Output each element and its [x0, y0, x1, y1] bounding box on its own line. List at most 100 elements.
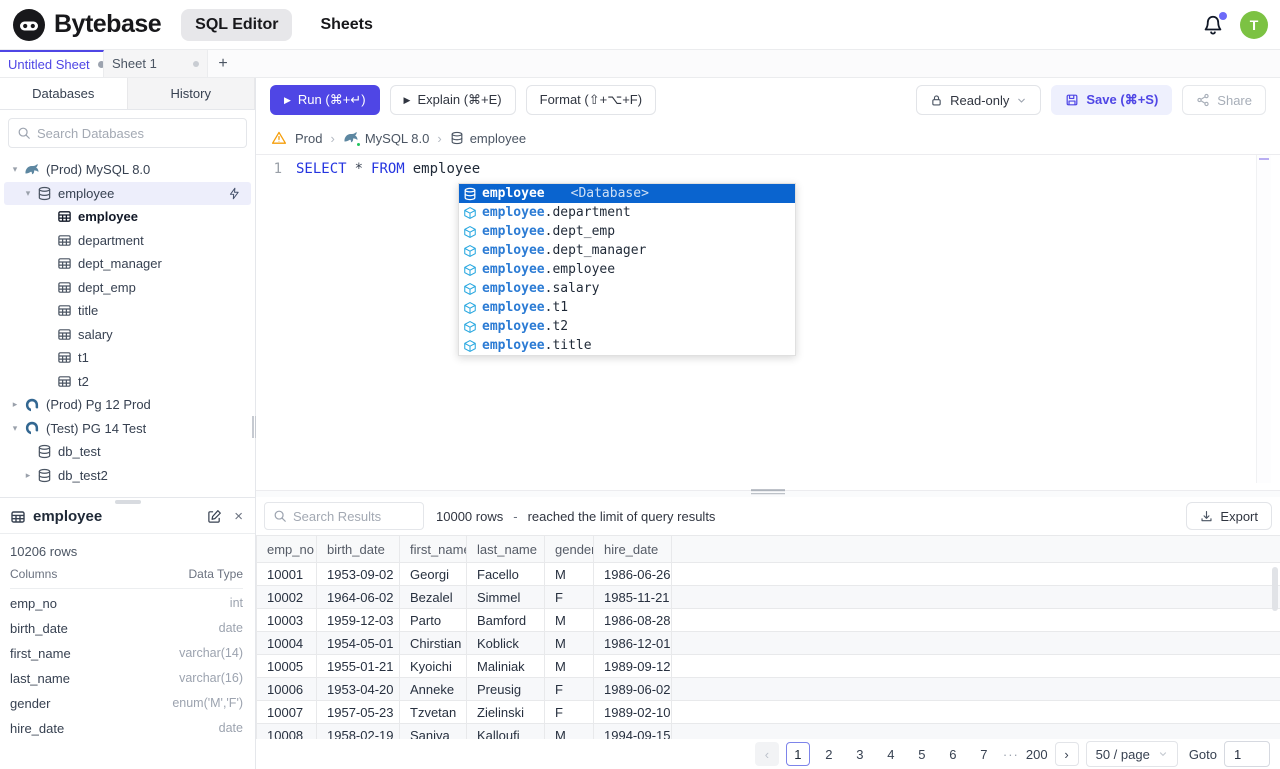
cell[interactable]: Simmel [466, 585, 545, 609]
suggestion-table[interactable]: employee .t2 [459, 317, 795, 336]
chevron-down-icon[interactable]: ▾ [8, 164, 22, 175]
close-icon[interactable]: × [234, 509, 243, 524]
cell[interactable]: M [544, 723, 594, 739]
results-resize-divider[interactable] [256, 488, 1280, 497]
save-button[interactable]: Save (⌘+S) [1051, 85, 1173, 115]
suggestion-table[interactable]: employee .title [459, 336, 795, 355]
cell[interactable]: Saniya [399, 723, 467, 739]
cell[interactable]: 1954-05-01 [316, 631, 400, 655]
tree-table-department[interactable]: department [0, 229, 255, 253]
cell[interactable]: Anneke [399, 677, 467, 701]
cell[interactable]: 1985-11-21 [593, 585, 672, 609]
grid-data-row[interactable]: 10003 1959-12-03 Parto Bamford M 1986-08… [256, 608, 1280, 632]
code-line[interactable]: 1 SELECT * FROM employee [256, 159, 1280, 178]
cell[interactable]: 1958-02-19 [316, 723, 400, 739]
cell[interactable]: M [544, 562, 594, 586]
search-results-input[interactable] [293, 508, 415, 524]
cell[interactable]: 1955-01-21 [316, 654, 400, 678]
chevron-right-icon[interactable]: ▸ [8, 399, 22, 410]
grid-data-row[interactable]: 10004 1954-05-01 Chirstian Koblick M 198… [256, 631, 1280, 655]
cell[interactable]: 10004 [256, 631, 317, 655]
prev-page-button[interactable]: ‹ [754, 742, 779, 766]
page-number[interactable]: 2 [817, 742, 841, 766]
suggestion-table[interactable]: employee .salary [459, 279, 795, 298]
cell[interactable]: Facello [466, 562, 545, 586]
chevron-down-icon[interactable]: ▾ [21, 188, 35, 199]
cell[interactable]: 10002 [256, 585, 317, 609]
cell[interactable]: Zielinski [466, 700, 545, 724]
panel-resize-handle[interactable] [0, 498, 255, 506]
tree-instance-pg12[interactable]: ▸ (Prod) Pg 12 Prod [0, 393, 255, 417]
tree-table-salary[interactable]: salary [0, 323, 255, 347]
edit-icon[interactable] [207, 509, 222, 524]
cell[interactable]: F [544, 677, 594, 701]
goto-page-input[interactable] [1224, 741, 1270, 767]
tab-sheet-1[interactable]: Sheet 1 [104, 50, 208, 77]
cell[interactable]: 1994-09-15 [593, 723, 672, 739]
tree-database-db-test[interactable]: db_test [0, 440, 255, 464]
add-sheet-button[interactable]: + [208, 50, 238, 77]
cell[interactable]: Parto [399, 608, 467, 632]
tree-table-dept-emp[interactable]: dept_emp [0, 276, 255, 300]
cell[interactable]: 1989-02-10 [593, 700, 672, 724]
tree-table-title[interactable]: title [0, 299, 255, 323]
tab-untitled-sheet[interactable]: Untitled Sheet [0, 50, 104, 77]
cell[interactable]: 1957-05-23 [316, 700, 400, 724]
nav-sheets[interactable]: Sheets [306, 9, 386, 41]
notification-bell-icon[interactable] [1202, 11, 1227, 36]
editor-minimap[interactable] [1256, 155, 1271, 483]
breadcrumb-database[interactable]: employee [450, 131, 526, 146]
cell[interactable]: Kyoichi [399, 654, 467, 678]
cell[interactable]: 1989-09-12 [593, 654, 672, 678]
tree-table-employee[interactable]: employee [0, 205, 255, 229]
avatar[interactable]: T [1240, 10, 1268, 39]
tree-table-dept-manager[interactable]: dept_manager [0, 252, 255, 276]
cell[interactable]: F [544, 700, 594, 724]
grid-data-row[interactable]: 10005 1955-01-21 Kyoichi Maliniak M 1989… [256, 654, 1280, 678]
nav-sql-editor[interactable]: SQL Editor [181, 8, 293, 41]
format-button[interactable]: Format (⇧+⌥+F) [525, 85, 657, 115]
cell[interactable]: Koblick [466, 631, 545, 655]
breadcrumb-environment[interactable]: Prod [295, 131, 322, 146]
suggestion-table[interactable]: employee .dept_emp [459, 222, 795, 241]
grid-data-row[interactable]: 10001 1953-09-02 Georgi Facello M 1986-0… [256, 562, 1280, 586]
chevron-right-icon[interactable]: ▸ [21, 470, 35, 481]
cell[interactable]: 1986-08-28 [593, 608, 672, 632]
cell[interactable]: 1989-06-02 [593, 677, 672, 701]
chevron-down-icon[interactable]: ▾ [8, 423, 22, 434]
export-button[interactable]: Export [1186, 502, 1272, 530]
suggestion-table[interactable]: employee .department [459, 203, 795, 222]
cell[interactable]: F [544, 585, 594, 609]
sql-editor[interactable]: 1 SELECT * FROM employee employee <Datab… [256, 155, 1280, 490]
share-button[interactable]: Share [1182, 85, 1266, 115]
cell[interactable]: 10005 [256, 654, 317, 678]
cell[interactable]: Kalloufi [466, 723, 545, 739]
cell[interactable]: Bamford [466, 608, 545, 632]
tab-history[interactable]: History [128, 78, 255, 109]
tree-table-t2[interactable]: t2 [0, 370, 255, 394]
cell[interactable]: M [544, 631, 594, 655]
grid-data-row[interactable]: 10006 1953-04-20 Anneke Preusig F 1989-0… [256, 677, 1280, 701]
suggestion-table[interactable]: employee .t1 [459, 298, 795, 317]
next-page-button[interactable]: › [1054, 742, 1079, 766]
suggestion-table[interactable]: employee .employee [459, 260, 795, 279]
search-databases-input[interactable] [37, 125, 238, 141]
grid-data-row[interactable]: 10008 1958-02-19 Saniya Kalloufi M 1994-… [256, 723, 1280, 739]
page-number[interactable]: 4 [879, 742, 903, 766]
cell[interactable]: 1986-12-01 [593, 631, 672, 655]
drag-handle-icon[interactable] [751, 488, 785, 495]
grid-data-row[interactable]: 10002 1964-06-02 Bezalel Simmel F 1985-1… [256, 585, 1280, 609]
tree-table-t1[interactable]: t1 [0, 346, 255, 370]
page-number[interactable]: 3 [848, 742, 872, 766]
cell[interactable]: 1986-06-26 [593, 562, 672, 586]
cell[interactable]: Preusig [466, 677, 545, 701]
page-number[interactable]: 5 [910, 742, 934, 766]
readonly-mode-select[interactable]: Read-only [916, 85, 1042, 115]
tree-database-employee[interactable]: ▾ employee [4, 181, 251, 205]
results-scrollbar[interactable] [1272, 567, 1278, 611]
cell[interactable]: 1964-06-02 [316, 585, 400, 609]
run-button[interactable]: ▶ Run (⌘+↵) [270, 85, 380, 115]
last-page-number[interactable]: 200 [1026, 747, 1048, 762]
cell[interactable]: 10007 [256, 700, 317, 724]
page-number[interactable]: 1 [785, 742, 810, 766]
